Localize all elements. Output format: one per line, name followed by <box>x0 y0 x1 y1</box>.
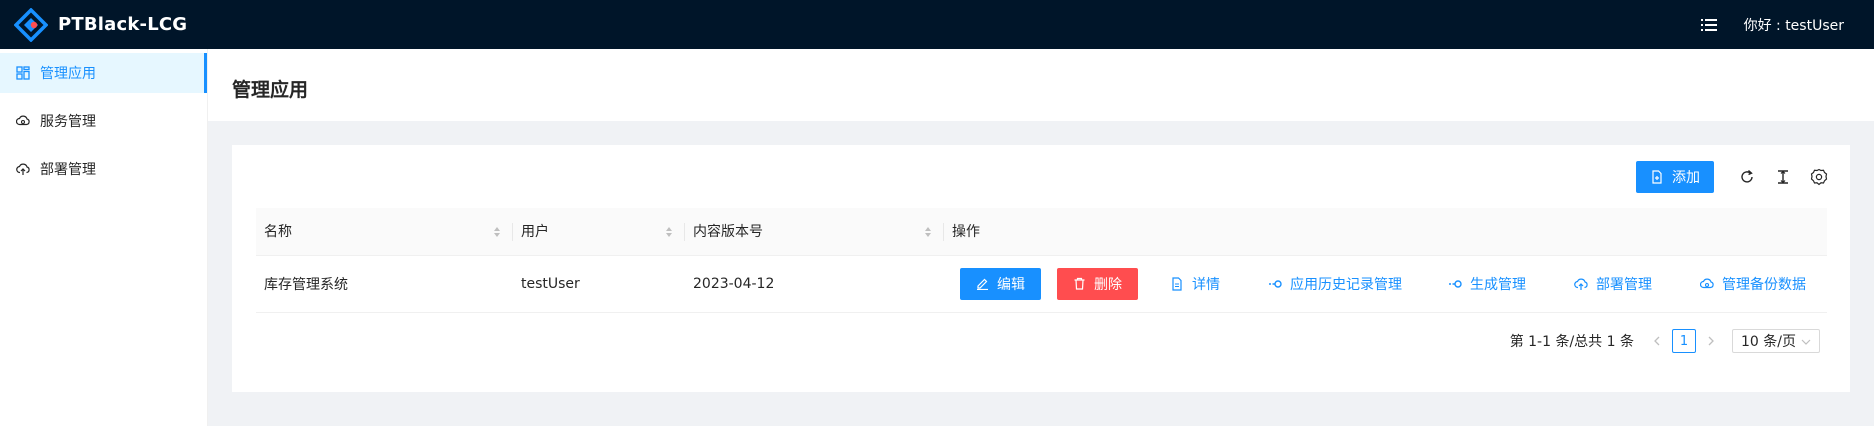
table-row: 库存管理系统 testUser 2023-04-12 编辑 删除 详情 应用历史… <box>256 255 1827 313</box>
cell-name: 库存管理系统 <box>256 255 513 313</box>
logo-icon <box>14 7 48 42</box>
file-text-icon <box>1172 276 1182 291</box>
column-header-user: 用户 <box>513 208 685 256</box>
sort-icon[interactable] <box>665 226 673 238</box>
sidebar-item-label: 管理应用 <box>40 66 96 82</box>
app-title: PTBlack-LCG <box>58 14 188 35</box>
cell-user: testUser <box>513 255 685 313</box>
node-link-icon <box>1449 279 1462 288</box>
sidebar-item-manage-apps[interactable]: 管理应用 <box>0 53 207 93</box>
node-link-icon <box>1269 279 1282 288</box>
sort-icon[interactable] <box>924 226 932 238</box>
pagination-summary: 第 1-1 条/总共 1 条 <box>1509 334 1634 350</box>
header-right: 你好 : testUser <box>1700 0 1844 49</box>
top-header: PTBlack-LCG 你好 : testUser <box>0 0 1874 49</box>
pagination: 第 1-1 条/总共 1 条 1 10 条/页 <box>1510 329 1820 353</box>
column-header-name: 名称 <box>256 208 513 256</box>
sidebar-item-label: 部署管理 <box>40 162 96 178</box>
table-toolbar: 添加 <box>1636 161 1850 193</box>
cloud-upload-icon <box>16 163 30 175</box>
sidebar-item-label: 服务管理 <box>40 114 96 130</box>
apps-table: 名称 用户 内容版本号 操作 库存管理系统 testUser 2023-04-1… <box>256 208 1827 313</box>
sidebar-item-service-management[interactable]: 服务管理 <box>0 101 207 141</box>
column-header-version: 内容版本号 <box>685 208 944 256</box>
backup-link[interactable]: 管理备份数据 <box>1700 274 1806 294</box>
add-button-label: 添加 <box>1672 170 1700 186</box>
reload-icon[interactable] <box>1738 168 1756 186</box>
page-title: 管理应用 <box>232 79 309 101</box>
add-button[interactable]: 添加 <box>1636 161 1714 193</box>
table-header-row: 名称 用户 内容版本号 操作 <box>256 208 1827 256</box>
table-card: 添加 名称 用户 内容版本号 操作 库存管理系统 testUser 2023-0… <box>232 145 1850 392</box>
build-link[interactable]: 生成管理 <box>1448 274 1526 294</box>
row-actions: 编辑 删除 详情 应用历史记录管理 生成管理 部署管理 管理备份数据 <box>952 267 1819 300</box>
cloud-service-icon <box>16 115 30 126</box>
cell-actions: 编辑 删除 详情 应用历史记录管理 生成管理 部署管理 管理备份数据 <box>944 255 1827 313</box>
edit-icon <box>977 278 988 290</box>
sidebar: 管理应用 服务管理 部署管理 <box>0 49 208 426</box>
sidebar-item-deploy-management[interactable]: 部署管理 <box>0 149 207 189</box>
sort-icon[interactable] <box>493 226 501 238</box>
cloud-service-icon <box>1700 278 1714 288</box>
setting-icon[interactable] <box>1810 168 1828 186</box>
menu-toggle-icon[interactable] <box>1700 16 1718 34</box>
page-1-button[interactable]: 1 <box>1672 329 1696 353</box>
detail-link[interactable]: 详情 <box>1170 274 1220 294</box>
edit-button[interactable]: 编辑 <box>960 267 1041 300</box>
deploy-link[interactable]: 部署管理 <box>1574 274 1652 294</box>
cloud-upload-icon <box>1574 278 1588 290</box>
page-header: 管理应用 <box>208 49 1874 121</box>
user-greeting[interactable]: 你好 : testUser <box>1744 15 1844 35</box>
column-height-icon[interactable] <box>1774 168 1792 186</box>
file-add-icon <box>1652 170 1662 184</box>
chevron-down-icon <box>1801 339 1811 345</box>
delete-icon <box>1074 277 1085 290</box>
brand[interactable]: PTBlack-LCG <box>0 0 187 49</box>
app-icon <box>16 66 30 80</box>
prev-page-icon[interactable] <box>1650 334 1664 348</box>
next-page-icon[interactable] <box>1704 334 1718 348</box>
delete-button[interactable]: 删除 <box>1057 267 1138 300</box>
page-size-select[interactable]: 10 条/页 <box>1732 329 1820 353</box>
history-link[interactable]: 应用历史记录管理 <box>1268 274 1402 294</box>
column-header-actions: 操作 <box>944 208 1827 256</box>
cell-version: 2023-04-12 <box>685 255 944 313</box>
